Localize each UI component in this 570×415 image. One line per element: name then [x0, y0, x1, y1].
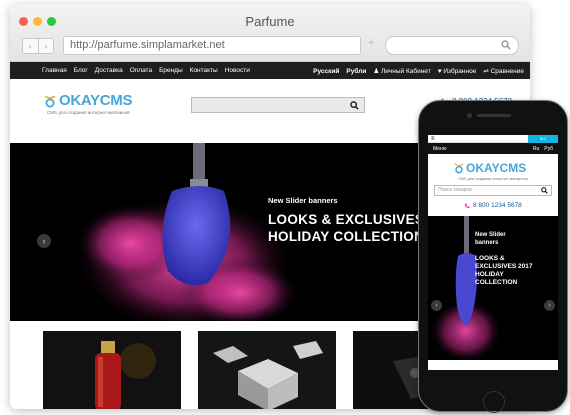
product-card-perfume[interactable]: [43, 331, 181, 409]
okay-logo-icon: [44, 94, 56, 107]
user-menu: Русский Рубли ♟ Личный Кабинет ♥ Избранн…: [313, 67, 524, 76]
top-navigation-bar: Главная Блог Доставка Оплата Бренды Конт…: [10, 62, 530, 79]
mobile-hero-subtitle: New Slider banners: [475, 232, 506, 246]
history-nav-buttons: ‹ ›: [22, 38, 54, 54]
mobile-cart-button[interactable]: $ 0: [528, 135, 558, 143]
new-tab-button[interactable]: +: [368, 37, 374, 49]
search-icon: [501, 40, 511, 50]
search-icon[interactable]: [350, 101, 359, 110]
browser-titlebar: Parfume ‹ › http://parfume.simplamarket.…: [10, 4, 530, 62]
compare-label: Сравнение: [490, 68, 524, 75]
search-icon[interactable]: [541, 187, 548, 194]
mobile-language-selector[interactable]: Ru: [533, 146, 539, 152]
site-search-input[interactable]: [191, 97, 365, 113]
currency-selector[interactable]: Рубли: [346, 68, 366, 75]
favorites-label: Избранное: [443, 67, 477, 75]
mobile-contact-phone[interactable]: 8 800 1234 5678: [464, 202, 522, 209]
hamburger-icon[interactable]: ≡: [431, 135, 435, 143]
mobile-top-bar: ≡ $ 0: [428, 135, 558, 143]
compare-link[interactable]: ⇌ Сравнение: [483, 67, 524, 75]
home-button[interactable]: [483, 391, 505, 413]
favorites-link[interactable]: ♥ Избранное: [438, 68, 477, 75]
compare-icon: ⇌: [483, 68, 489, 75]
mobile-device: ≡ $ 0 Меню Ru Руб OKAYCMS CMS для создан…: [418, 100, 568, 413]
site-logo[interactable]: OKAYCMS CMS для создания интернет-магази…: [44, 92, 133, 115]
earpiece-speaker: [477, 114, 511, 117]
slider-prev-button[interactable]: ‹: [37, 234, 51, 248]
hero-title: LOOKS & EXCLUSIVES HOLIDAY COLLECTION: [268, 211, 424, 245]
nav-link-brands[interactable]: Бренды: [159, 67, 183, 74]
logo-tagline: CMS для создания интернет-магазинов: [47, 110, 130, 115]
perfume-bottle-image: [43, 331, 181, 409]
mobile-hero-slider[interactable]: ‹ › New Slider banners LOOKS & EXCLUSIVE…: [428, 216, 558, 360]
logo-text: OKAYCMS: [59, 92, 133, 109]
nav-link-news[interactable]: Новости: [225, 67, 250, 74]
mobile-logo-tagline: CMS для создания интернет-магазинов: [458, 177, 528, 181]
browser-search-field[interactable]: [385, 36, 519, 55]
mobile-menu-toggle[interactable]: Меню: [433, 146, 447, 152]
heart-icon: ♥: [437, 67, 442, 75]
user-icon: ♟: [373, 68, 380, 75]
mobile-slider-next-button[interactable]: ›: [544, 300, 555, 311]
gift-boxes-image: [198, 331, 336, 409]
main-menu: Главная Блог Доставка Оплата Бренды Конт…: [42, 67, 250, 74]
language-selector[interactable]: Русский: [313, 68, 339, 75]
address-bar[interactable]: http://parfume.simplamarket.net: [63, 36, 361, 55]
mobile-screen: ≡ $ 0 Меню Ru Руб OKAYCMS CMS для создан…: [428, 135, 558, 370]
forward-button[interactable]: ›: [39, 39, 54, 53]
phone-icon: [464, 203, 470, 208]
nav-link-home[interactable]: Главная: [42, 67, 67, 74]
nav-link-contacts[interactable]: Контакты: [190, 67, 218, 74]
mobile-hero-title: LOOKS & EXCLUSIVES 2017 HOLIDAY COLLECTI…: [475, 255, 533, 286]
hero-subtitle: New Slider banners: [268, 196, 338, 205]
front-camera: [467, 113, 472, 118]
account-label: Личный Кабинет: [380, 68, 431, 75]
showcase: Parfume ‹ › http://parfume.simplamarket.…: [0, 0, 570, 415]
window-title: Parfume: [245, 14, 295, 29]
nav-link-payment[interactable]: Оплата: [130, 67, 152, 74]
mobile-phone-number: 8 800 1234 5678: [473, 202, 522, 209]
mobile-settings: Ru Руб: [533, 146, 553, 152]
hero-title-line-1: LOOKS & EXCLUSIVES: [268, 212, 425, 227]
nav-link-delivery[interactable]: Доставка: [95, 67, 123, 74]
mobile-search-input[interactable]: Поиск товаров: [434, 185, 552, 196]
hero-title-line-2: HOLIDAY COLLECTION: [268, 229, 425, 244]
mobile-search-placeholder: Поиск товаров: [438, 187, 472, 193]
nav-link-blog[interactable]: Блог: [74, 67, 88, 74]
account-link[interactable]: ♟ Личный Кабинет: [373, 67, 430, 75]
product-card-gift-boxes[interactable]: [198, 331, 336, 409]
back-button[interactable]: ‹: [23, 39, 39, 53]
mobile-slider-prev-button[interactable]: ‹: [431, 300, 442, 311]
mobile-menu-bar: Меню Ru Руб: [428, 143, 558, 154]
okay-logo-icon: [454, 163, 464, 174]
mobile-currency-selector[interactable]: Руб: [544, 146, 553, 152]
mobile-logo[interactable]: OKAYCMS: [454, 161, 526, 175]
mobile-logo-text: OKAYCMS: [466, 161, 527, 175]
